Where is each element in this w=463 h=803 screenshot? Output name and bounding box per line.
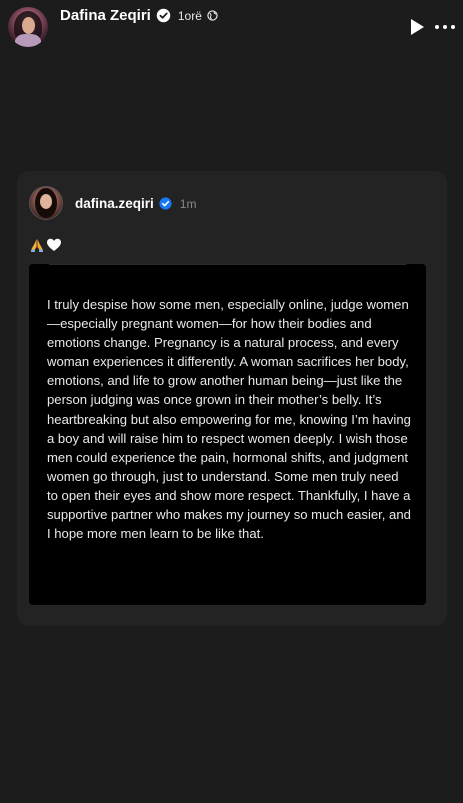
post-author-name[interactable]: dafina.zeqiri [75, 196, 154, 211]
post-author-avatar[interactable] [29, 186, 63, 220]
play-icon[interactable] [408, 17, 426, 37]
profile-name-row: Dafina Zeqiri 1orë [60, 7, 218, 24]
post-timestamp: 1orë [177, 8, 202, 23]
post-body-text: I truly despise how some men, especially… [47, 297, 411, 542]
white-heart-icon [47, 238, 61, 251]
more-options-icon[interactable] [435, 19, 459, 35]
shared-post-card: dafina.zeqiri 1m I truly despise how som… [17, 171, 447, 626]
post-time: 1m [179, 196, 197, 211]
story-header: Dafina Zeqiri 1orë [0, 0, 463, 54]
profile-name[interactable]: Dafina Zeqiri [60, 7, 151, 24]
text-post-block: I truly despise how some men, especially… [29, 264, 426, 605]
caption-emojis [29, 237, 62, 253]
verified-badge-icon [159, 197, 172, 210]
profile-avatar[interactable] [8, 7, 48, 47]
post-author-row: dafina.zeqiri 1m [75, 196, 196, 211]
verified-badge-icon [156, 8, 171, 23]
globe-icon [207, 10, 218, 21]
praying-hands-icon [31, 239, 43, 252]
